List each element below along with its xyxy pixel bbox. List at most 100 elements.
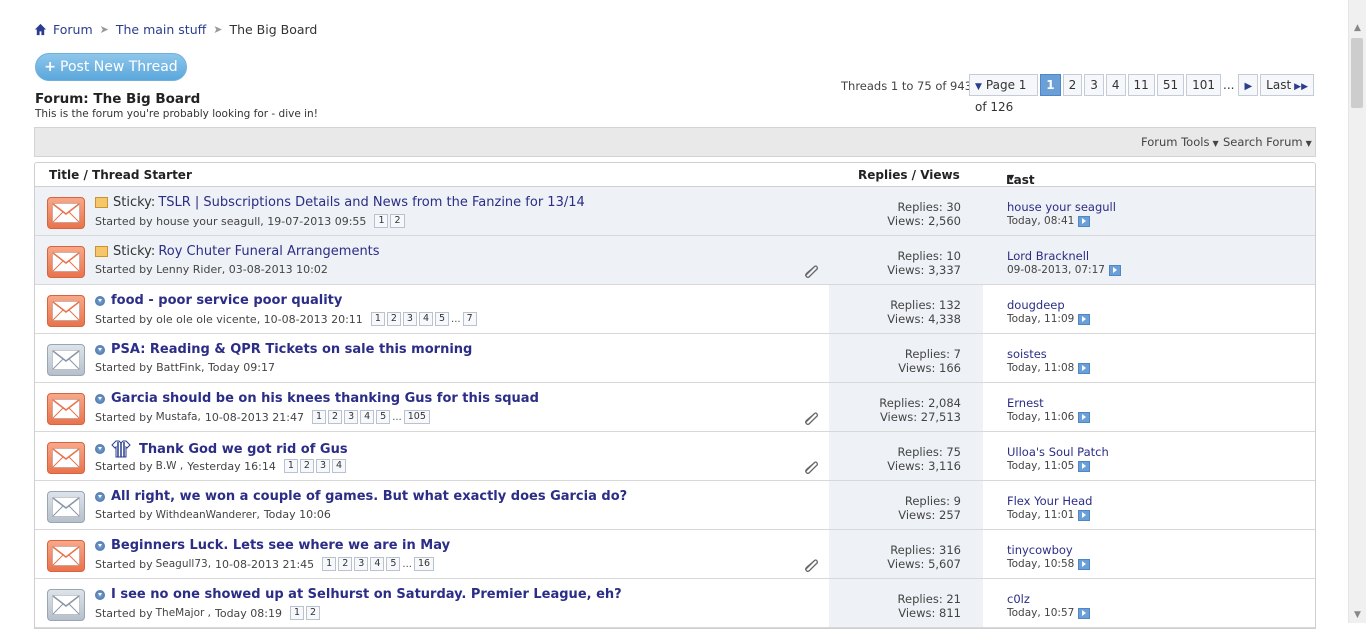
thread-page-link[interactable]: 2 bbox=[306, 606, 321, 620]
last-post-user-link[interactable]: Lord Bracknell bbox=[1007, 249, 1121, 263]
thread-page-link[interactable]: 5 bbox=[435, 312, 450, 326]
go-to-first-unread-icon[interactable] bbox=[95, 393, 105, 404]
thread-page-link[interactable]: 7 bbox=[462, 312, 477, 326]
thread-title-link[interactable]: PSA: Reading & QPR Tickets on sale this … bbox=[111, 342, 472, 357]
thread-status-envelope-icon bbox=[47, 540, 85, 572]
thread-page-link[interactable]: 1 bbox=[290, 606, 305, 620]
last-post-user-link[interactable]: Ulloa's Soul Patch bbox=[1007, 445, 1109, 459]
thread-title-link[interactable]: Garcia should be on his knees thanking G… bbox=[111, 391, 539, 406]
thread-title: All right, we won a couple of games. But… bbox=[95, 489, 627, 504]
thread-page-link[interactable]: 5 bbox=[386, 557, 401, 571]
go-to-last-post-icon[interactable] bbox=[1078, 215, 1091, 227]
thread-page-link[interactable]: 1 bbox=[311, 410, 327, 424]
paperclip-icon[interactable] bbox=[803, 558, 819, 572]
thread-page-link[interactable]: 2 bbox=[299, 459, 314, 473]
page-link-51[interactable]: 51 bbox=[1156, 74, 1185, 96]
thread-title-link[interactable]: All right, we won a couple of games. But… bbox=[111, 489, 627, 504]
thread-title-link[interactable]: food - poor service poor quality bbox=[111, 293, 342, 308]
breadcrumb-section-link[interactable]: The main stuff bbox=[116, 22, 206, 37]
breadcrumb-forum-link[interactable]: Forum bbox=[53, 22, 93, 37]
thread-starter-name[interactable]: Seagull73, bbox=[156, 558, 211, 570]
page-link-4[interactable]: 4 bbox=[1105, 74, 1126, 96]
thread-stats: Replies: 7 Views: 166 bbox=[898, 347, 961, 375]
last-post-user-link[interactable]: c0lz bbox=[1007, 592, 1090, 606]
thread-page-link[interactable]: 3 bbox=[402, 312, 417, 326]
thread-title-link[interactable]: Thank God we got rid of Gus bbox=[139, 442, 348, 457]
column-replies-views[interactable]: Replies / Views bbox=[858, 168, 960, 182]
thread-page-link[interactable]: 2 bbox=[386, 312, 401, 326]
go-to-last-post-icon[interactable] bbox=[1078, 411, 1091, 423]
post-new-thread-button[interactable]: + Post New Thread bbox=[35, 53, 187, 81]
thread-page-link[interactable]: 3 bbox=[315, 459, 330, 473]
go-to-first-unread-icon[interactable] bbox=[95, 540, 105, 551]
search-forum-menu[interactable]: Search Forum ▼ bbox=[1223, 135, 1312, 149]
scrollbar-thumb[interactable] bbox=[1351, 38, 1363, 108]
last-post-user-link[interactable]: dougdeep bbox=[1007, 298, 1090, 312]
thread-status-envelope-icon bbox=[47, 393, 85, 425]
page-link-2[interactable]: 2 bbox=[1062, 74, 1083, 96]
forum-tools-menu[interactable]: Forum Tools ▼ bbox=[1141, 135, 1219, 149]
paperclip-icon[interactable] bbox=[803, 411, 819, 425]
go-to-last-post-icon[interactable] bbox=[1078, 558, 1091, 570]
thread-page-link[interactable]: 3 bbox=[344, 410, 359, 424]
thread-title-link[interactable]: TSLR | Subscriptions Details and News fr… bbox=[158, 195, 584, 210]
last-post-user-link[interactable]: Ernest bbox=[1007, 396, 1090, 410]
thread-page-link[interactable]: 105 bbox=[403, 410, 430, 424]
go-to-first-unread-icon[interactable] bbox=[95, 444, 105, 454]
last-page-button[interactable]: Last ▶▶ bbox=[1260, 74, 1314, 96]
page-link-1[interactable]: 1 bbox=[1040, 74, 1061, 96]
thread-title-link[interactable]: Beginners Luck. Lets see where we are in… bbox=[111, 538, 450, 553]
thread-page-link[interactable]: 1 bbox=[370, 312, 385, 326]
thread-page-link[interactable]: 2 bbox=[390, 214, 405, 228]
go-to-first-unread-icon[interactable] bbox=[95, 491, 105, 502]
page-jump-dropdown[interactable]: ▼ Page 1 of 126 bbox=[969, 74, 1039, 114]
thread-row: Garcia should be on his knees thanking G… bbox=[35, 383, 1315, 432]
column-title[interactable]: Title / Thread Starter bbox=[49, 168, 192, 182]
scroll-down-arrow-icon[interactable]: ▼ bbox=[1349, 607, 1366, 623]
next-page-button[interactable]: ▶ bbox=[1238, 74, 1259, 96]
go-to-first-unread-icon[interactable] bbox=[95, 589, 105, 600]
thread-page-link[interactable]: 5 bbox=[376, 410, 391, 424]
thread-starter-name[interactable]: B.W , bbox=[156, 460, 184, 472]
go-to-last-post-icon[interactable] bbox=[1078, 313, 1091, 325]
scroll-up-arrow-icon[interactable]: ▲ bbox=[1349, 20, 1366, 36]
paperclip-icon[interactable] bbox=[803, 264, 819, 278]
page-link-11[interactable]: 11 bbox=[1127, 74, 1155, 96]
go-to-first-unread-icon[interactable] bbox=[95, 295, 105, 306]
thread-title-link[interactable]: Roy Chuter Funeral Arrangements bbox=[158, 244, 379, 259]
thread-page-link[interactable]: 3 bbox=[354, 557, 369, 571]
thread-row: Sticky: Roy Chuter Funeral Arrangements St… bbox=[35, 236, 1315, 285]
page-link-3[interactable]: 3 bbox=[1084, 74, 1104, 96]
last-post-user-link[interactable]: Flex Your Head bbox=[1007, 494, 1092, 508]
thread-page-link[interactable]: 2 bbox=[328, 410, 343, 424]
go-to-first-unread-icon[interactable] bbox=[95, 344, 105, 355]
thread-page-link[interactable]: 4 bbox=[370, 557, 385, 571]
caret-down-icon: ▼ bbox=[1212, 139, 1219, 148]
go-to-last-post-icon[interactable] bbox=[1078, 509, 1091, 521]
go-to-last-post-icon[interactable] bbox=[1108, 264, 1121, 276]
thread-page-link[interactable]: 1 bbox=[322, 557, 337, 571]
last-post-user-link[interactable]: tinycowboy bbox=[1007, 543, 1090, 557]
thread-starter-name[interactable]: WithdeanWanderer, bbox=[156, 509, 260, 521]
double-arrow-right-icon: ▶▶ bbox=[1294, 82, 1308, 92]
last-post-user-link[interactable]: soistes bbox=[1007, 347, 1090, 361]
paperclip-icon[interactable] bbox=[803, 460, 819, 474]
thread-started-by: Started by ole ole ole vicente, 10-08-20… bbox=[95, 312, 363, 326]
go-to-last-post-icon[interactable] bbox=[1078, 362, 1091, 374]
thread-page-link[interactable]: 4 bbox=[331, 459, 347, 473]
home-icon[interactable] bbox=[34, 23, 47, 36]
thread-starter-name[interactable]: Mustafa, bbox=[156, 411, 201, 423]
thread-page-link[interactable]: 16 bbox=[413, 557, 435, 571]
page-link-101[interactable]: 101 bbox=[1186, 74, 1221, 96]
thread-page-link[interactable]: 2 bbox=[338, 557, 353, 571]
thread-page-link[interactable]: 4 bbox=[418, 312, 433, 326]
thread-page-link[interactable]: 4 bbox=[360, 410, 375, 424]
go-to-last-post-icon[interactable] bbox=[1078, 607, 1091, 619]
thread-page-link[interactable]: 1 bbox=[283, 459, 298, 473]
thread-title-link[interactable]: I see no one showed up at Selhurst on Sa… bbox=[111, 587, 622, 602]
thread-starter-name[interactable]: TheMajor , bbox=[156, 607, 211, 619]
thread-page-link[interactable]: 1 bbox=[374, 214, 389, 228]
go-to-last-post-icon[interactable] bbox=[1078, 460, 1091, 472]
vertical-scrollbar[interactable]: ▲ ▼ bbox=[1348, 0, 1366, 623]
last-post-user-link[interactable]: house your seagull bbox=[1007, 200, 1116, 214]
